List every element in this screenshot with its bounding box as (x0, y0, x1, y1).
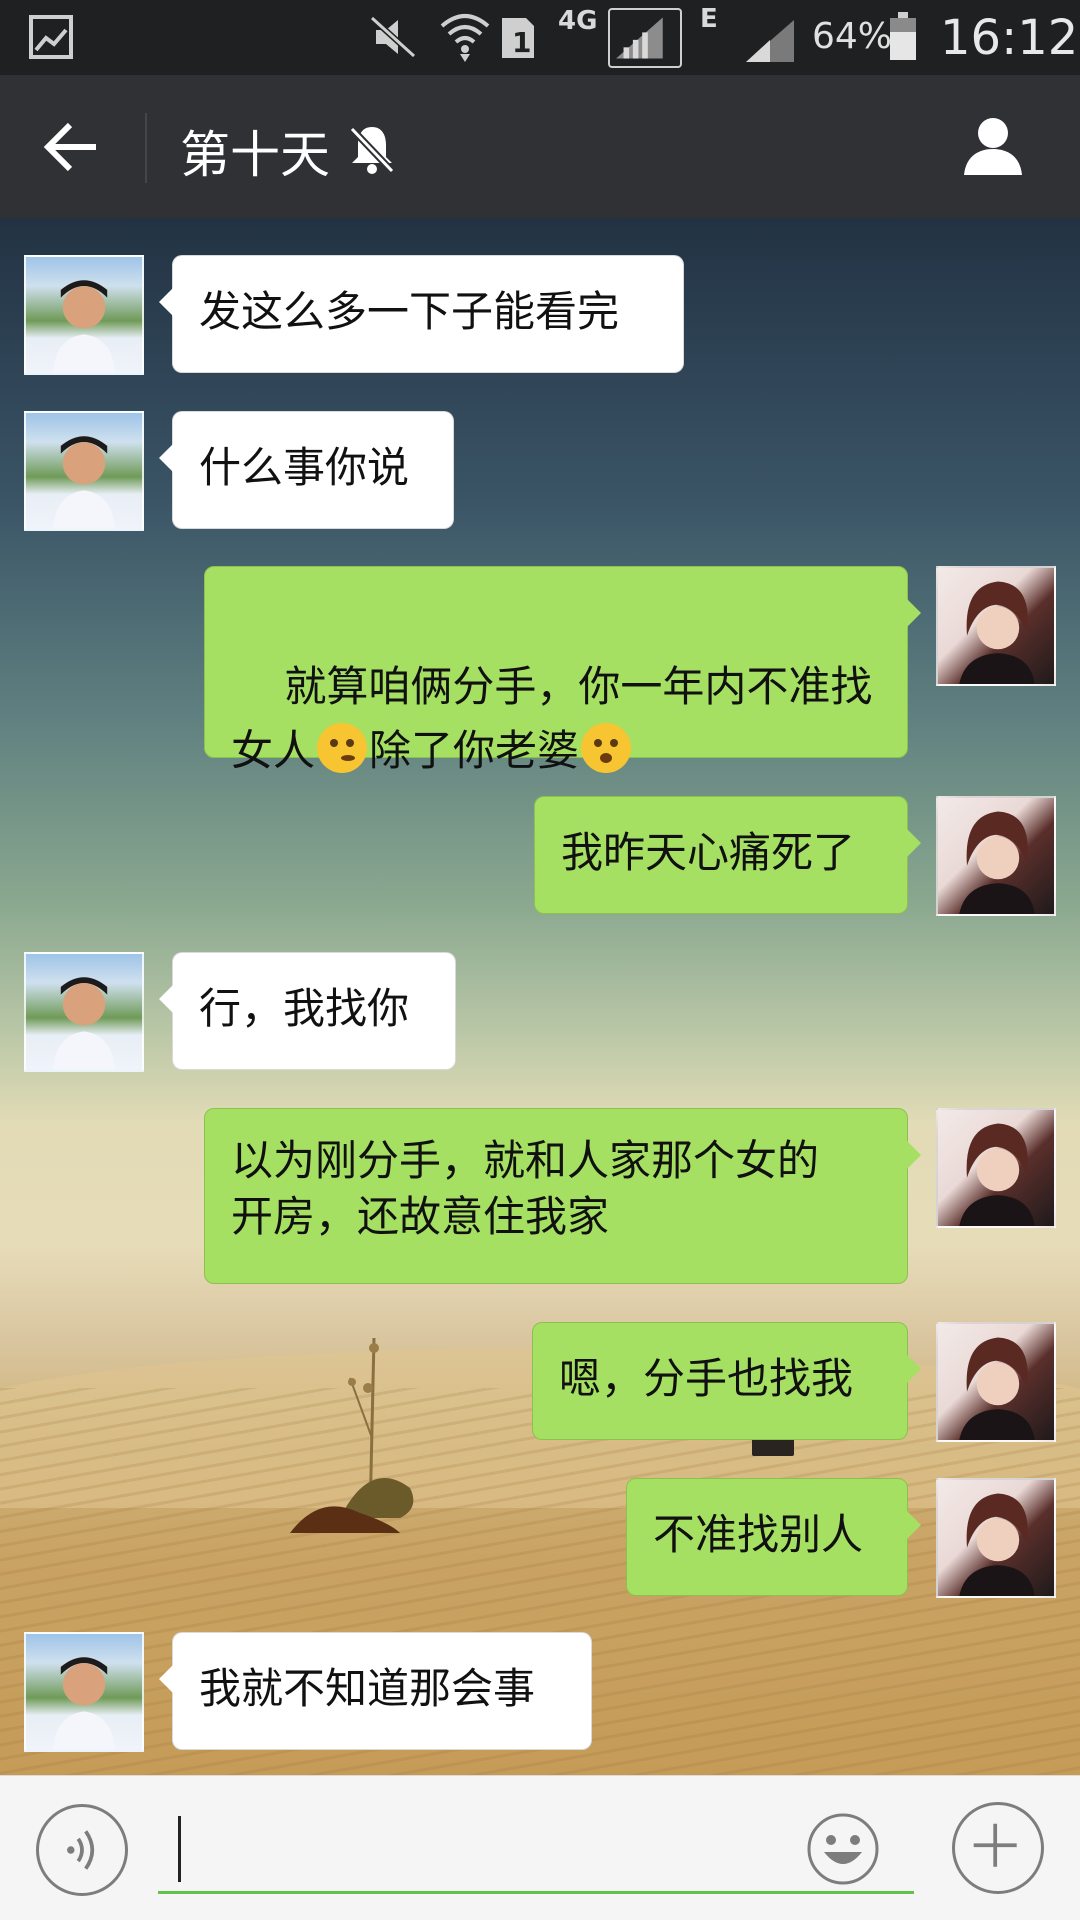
gallery-icon (29, 15, 73, 59)
voice-button[interactable] (36, 1804, 128, 1896)
message-bubble-outgoing[interactable]: 以为刚分手，就和人家那个女的 开房，还故意住我家 (204, 1108, 921, 1284)
signal-strength-icon (608, 8, 682, 68)
mute-icon (369, 15, 417, 59)
network-e-label: E (700, 4, 718, 34)
chat-header: 第十天 (0, 75, 1080, 218)
surprised-emoji-icon (581, 723, 632, 773)
chat-message-list[interactable]: 发这么多一下子能看完 什么事你说 就算咱俩分手，你一年内不准找女人 除了你老婆 我… (0, 218, 1080, 1775)
back-arrow-icon[interactable] (40, 115, 104, 179)
message-text: 除了你老婆 (369, 726, 580, 775)
my-avatar[interactable] (936, 1478, 1056, 1598)
chat-title: 第十天 (180, 126, 330, 184)
my-avatar[interactable] (936, 566, 1056, 686)
header-divider (145, 113, 147, 183)
voice-icon (67, 1830, 95, 1870)
my-avatar[interactable] (936, 1322, 1056, 1442)
message-bubble-incoming[interactable]: 我就不知道那会事 (159, 1632, 592, 1750)
my-avatar[interactable] (936, 796, 1056, 916)
smiley-icon[interactable] (806, 1812, 880, 1886)
text-caret (178, 1816, 181, 1882)
message-bubble-outgoing[interactable]: 嗯，分手也找我 (532, 1322, 921, 1440)
sim-icon: 1 (502, 18, 534, 59)
person-icon[interactable] (960, 113, 1026, 179)
status-bar: 1 4G E 64% 16:12 (0, 0, 1080, 75)
message-bubble-incoming[interactable]: 行，我找你 (159, 952, 456, 1070)
contact-avatar[interactable] (24, 411, 144, 531)
network-4g-label: 4G (558, 6, 598, 36)
battery-icon (890, 12, 916, 60)
message-bubble-outgoing[interactable]: 我昨天心痛死了 (534, 796, 921, 914)
my-avatar[interactable] (936, 1108, 1056, 1228)
message-text: 就算咱俩分手，你一年内不准找 (284, 662, 873, 711)
message-input-bar (0, 1775, 1080, 1920)
message-bubble-incoming[interactable]: 什么事你说 (159, 411, 454, 529)
thinking-emoji-icon (317, 723, 368, 773)
contact-avatar[interactable] (24, 952, 144, 1072)
svg-text:1: 1 (512, 26, 531, 59)
message-bubble-outgoing[interactable]: 就算咱俩分手，你一年内不准找女人 除了你老婆 (204, 566, 921, 775)
message-text: 女人 (231, 726, 316, 775)
contact-avatar[interactable] (24, 255, 144, 375)
plus-button[interactable] (952, 1802, 1044, 1894)
background-plant (290, 1337, 414, 1533)
wifi-icon (440, 14, 490, 62)
plus-icon (973, 1823, 1017, 1867)
message-bubble-incoming[interactable]: 发这么多一下子能看完 (159, 255, 684, 373)
battery-percentage: 64% (812, 16, 893, 57)
contact-avatar[interactable] (24, 1632, 144, 1752)
signal-secondary-icon (746, 20, 794, 62)
message-bubble-outgoing[interactable]: 不准找别人 (626, 1478, 921, 1596)
clock: 16:12 (940, 10, 1079, 66)
bell-off-icon (349, 126, 395, 174)
message-input[interactable] (158, 1806, 914, 1894)
